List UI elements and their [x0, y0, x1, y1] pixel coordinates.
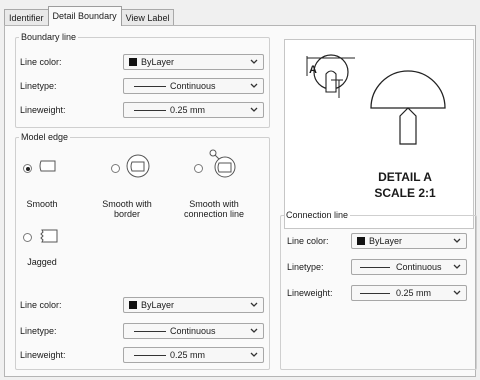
connection-linetype-label: Linetype:: [287, 262, 324, 272]
tab-detail-boundary[interactable]: Detail Boundary: [47, 6, 122, 26]
model-edge-color-value: ByLayer: [141, 300, 175, 310]
detail-preview-drawing: [306, 54, 446, 145]
smooth-radio[interactable]: [23, 164, 32, 173]
detail-scale: SCALE 2:1: [374, 186, 436, 200]
model-edge-group: Model edge Smooth Smooth with border Smo…: [15, 132, 270, 370]
smooth-border-radio[interactable]: [111, 164, 120, 173]
connection-line-group: Connection line Line color: ByLayer Line…: [280, 210, 477, 370]
jagged-radio[interactable]: [23, 233, 32, 242]
connection-linetype-value: Continuous: [396, 262, 442, 272]
smooth-label: Smooth: [26, 199, 58, 209]
smooth-edge-icon: [39, 160, 56, 172]
boundary-lineweight-value: 0.25 mm: [170, 105, 206, 115]
linetype-sample: [134, 86, 166, 87]
linetype-sample: [360, 267, 390, 268]
chevron-down-icon: [452, 260, 462, 274]
model-edge-title: Model edge: [21, 132, 69, 142]
boundary-line-color-value: ByLayer: [141, 57, 175, 67]
chevron-down-icon: [249, 324, 259, 338]
model-edge-color-label: Line color:: [20, 300, 62, 310]
tab-strip: Identifier Detail Boundary View Label: [4, 6, 175, 26]
boundary-lineweight-label: Lineweight:: [20, 105, 66, 115]
chevron-down-icon: [249, 103, 259, 117]
smooth-connection-label: Smooth with connection line: [183, 199, 245, 219]
chevron-down-icon: [452, 286, 462, 300]
connection-line-title: Connection line: [286, 210, 349, 220]
connection-color-value: ByLayer: [369, 236, 403, 246]
color-swatch: [129, 58, 137, 66]
model-edge-color-select[interactable]: ByLayer: [123, 297, 264, 313]
linetype-sample: [134, 331, 166, 332]
detail-preview: A DETAIL A SCALE 2:1: [284, 39, 474, 229]
jagged-label: Jagged: [27, 257, 57, 267]
lineweight-sample: [360, 293, 390, 294]
lineweight-sample: [134, 355, 166, 356]
model-edge-linetype-label: Linetype:: [20, 326, 57, 336]
connection-color-select[interactable]: ByLayer: [351, 233, 467, 249]
boundary-line-color-label: Line color:: [20, 57, 62, 67]
color-swatch: [357, 237, 365, 245]
smooth-border-icon: [126, 154, 150, 178]
chevron-down-icon: [249, 79, 259, 93]
lineweight-sample: [134, 110, 166, 111]
model-edge-linetype-select[interactable]: Continuous: [123, 323, 264, 339]
tab-identifier[interactable]: Identifier: [4, 9, 49, 26]
boundary-linetype-label: Linetype:: [20, 81, 57, 91]
connection-lineweight-label: Lineweight:: [287, 288, 333, 298]
connection-lineweight-select[interactable]: 0.25 mm: [351, 285, 467, 301]
tab-view-label[interactable]: View Label: [120, 9, 175, 26]
boundary-linetype-select[interactable]: Continuous: [123, 78, 264, 94]
boundary-lineweight-select[interactable]: 0.25 mm: [123, 102, 264, 118]
smooth-connection-radio[interactable]: [194, 164, 203, 173]
smooth-connection-icon: [209, 149, 236, 178]
boundary-line-group: Boundary line Line color: ByLayer Linety…: [15, 32, 270, 128]
model-edge-linetype-value: Continuous: [170, 326, 216, 336]
detail-title: DETAIL A: [378, 170, 432, 184]
model-edge-lineweight-label: Lineweight:: [20, 350, 66, 360]
boundary-line-color-select[interactable]: ByLayer: [123, 54, 264, 70]
model-edge-lineweight-select[interactable]: 0.25 mm: [123, 347, 264, 363]
chevron-down-icon: [249, 298, 259, 312]
tab-panel: Boundary line Line color: ByLayer Linety…: [4, 25, 477, 377]
boundary-line-title: Boundary line: [21, 32, 77, 42]
connection-linetype-select[interactable]: Continuous: [351, 259, 467, 275]
chevron-down-icon: [249, 55, 259, 69]
connection-lineweight-value: 0.25 mm: [396, 288, 432, 298]
chevron-down-icon: [452, 234, 462, 248]
color-swatch: [129, 301, 137, 309]
model-edge-lineweight-value: 0.25 mm: [170, 350, 206, 360]
connection-color-label: Line color:: [287, 236, 329, 246]
smooth-border-label: Smooth with border: [102, 199, 152, 219]
callout-letter: A: [309, 64, 317, 76]
boundary-linetype-value: Continuous: [170, 81, 216, 91]
chevron-down-icon: [249, 348, 259, 362]
jagged-edge-icon: [40, 229, 58, 243]
